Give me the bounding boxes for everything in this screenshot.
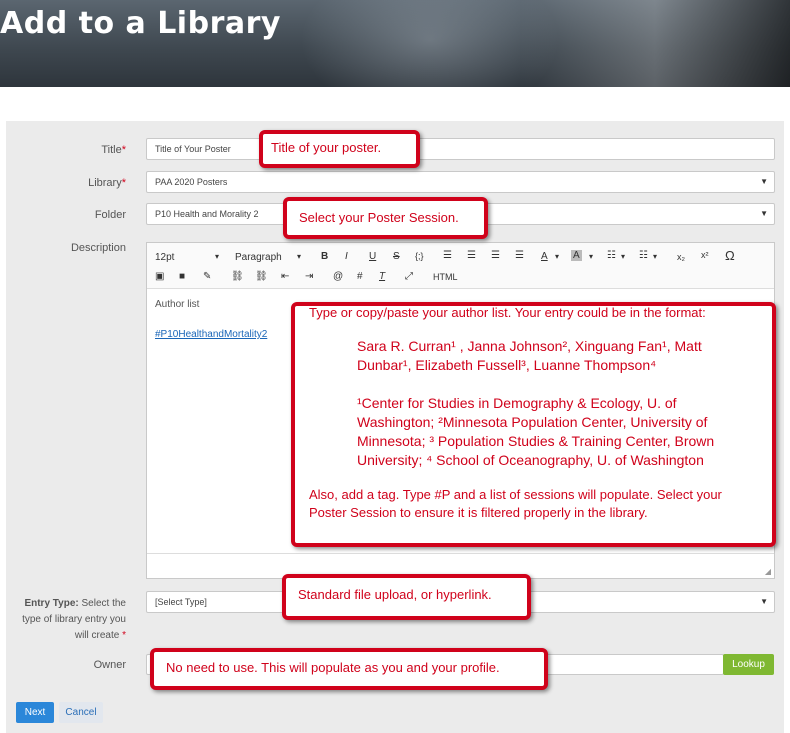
callout-author-line: Dunbar¹, Elizabeth Fussell³, Luanne Thom… [357, 357, 657, 373]
callout-affiliation-line: Washington; ²Minnesota Population Center… [357, 414, 708, 430]
strikethrough-icon[interactable]: S [393, 251, 400, 262]
title-label-text: Title [101, 144, 122, 156]
code-icon[interactable]: {;} [415, 251, 424, 261]
callout-owner: No need to use. This will populate as yo… [150, 648, 548, 690]
header-banner: Add to a Library [0, 0, 790, 87]
numbered-list-icon[interactable]: ☷ [639, 250, 648, 261]
chevron-down-icon: ▼ [760, 177, 768, 186]
font-color-icon[interactable]: A [541, 251, 548, 262]
callout-upload-text: Standard file upload, or hyperlink. [298, 587, 492, 602]
bold-icon[interactable]: B [321, 251, 328, 262]
callout-affiliation-line: ¹Center for Studies in Demography & Ecol… [357, 395, 677, 411]
callout-tag-line: Poster Session to ensure it is filtered … [309, 505, 648, 520]
callout-title-text: Title of your poster. [271, 140, 382, 155]
entry-type-label-bold: Entry Type: [24, 598, 79, 609]
editor-tag-link[interactable]: #P10HealthandMortality2 [155, 329, 267, 340]
resize-handle-icon[interactable]: ◢ [765, 567, 771, 576]
library-label: Library* [40, 177, 126, 189]
italic-icon[interactable]: I [345, 251, 348, 262]
subscript-icon[interactable]: x₂ [677, 252, 685, 262]
superscript-icon[interactable]: x² [701, 250, 709, 260]
at-icon[interactable]: @ [333, 271, 343, 282]
cancel-button[interactable]: Cancel [59, 702, 103, 723]
editor-body-text: Author list [155, 299, 200, 310]
folder-label: Folder [94, 209, 126, 221]
align-justify-icon[interactable]: ☰ [515, 250, 524, 261]
align-left-icon[interactable]: ☰ [443, 250, 452, 261]
description-label: Description [70, 242, 126, 254]
title-label: Title* [40, 144, 126, 156]
owner-label: Owner [93, 659, 126, 671]
chevron-down-icon: ▾ [215, 252, 220, 261]
lookup-button[interactable]: Lookup [723, 654, 774, 675]
callout-affiliation-line: Minnesota; ³ Population Studies & Traini… [357, 433, 715, 449]
callout-session-text: Select your Poster Session. [299, 210, 459, 225]
title-input[interactable]: Title of Your Poster [146, 138, 775, 160]
folder-select-value: P10 Health and Morality 2 [155, 209, 259, 219]
editor-statusbar-divider [147, 553, 774, 554]
callout-upload: Standard file upload, or hyperlink. [282, 574, 531, 620]
next-button[interactable]: Next [16, 702, 54, 723]
entry-type-label: Entry Type: Select the type of library e… [10, 596, 126, 644]
format-select[interactable]: Paragraph [235, 252, 282, 263]
fullscreen-icon[interactable]: ⤢ [405, 271, 413, 282]
indent-icon[interactable]: ⇥ [305, 271, 313, 282]
title-input-value: Title of Your Poster [155, 144, 231, 154]
page-title: Add to a Library [0, 6, 281, 41]
html-button[interactable]: HTML [433, 272, 458, 282]
callout-owner-text: No need to use. This will populate as yo… [166, 660, 500, 675]
chevron-down-icon: ▾ [589, 252, 594, 261]
callout-author-list: Type or copy/paste your author list. You… [291, 302, 776, 547]
chevron-down-icon: ▾ [621, 252, 626, 261]
link-icon[interactable]: ⛓ [231, 271, 244, 282]
video-icon[interactable]: ■ [179, 271, 185, 282]
chevron-down-icon: ▾ [555, 252, 560, 261]
callout-author-example: Sara R. Curran¹ , Janna Johnson², Xingua… [309, 337, 758, 470]
callout-session: Select your Poster Session. [283, 197, 488, 239]
bullet-list-icon[interactable]: ☷ [607, 250, 616, 261]
callout-affiliation-line: University; ⁴ School of Oceanography, U.… [357, 452, 704, 468]
entry-type-select-value: [Select Type] [155, 597, 207, 607]
image-icon[interactable]: ▣ [155, 271, 164, 282]
editor-toolbar: 12pt ▾ Paragraph ▾ B I U S {;} ☰ ☰ ☰ ☰ A… [147, 243, 774, 289]
callout-author-intro: Type or copy/paste your author list. You… [309, 305, 706, 320]
edit-icon[interactable]: ✎ [203, 271, 211, 282]
required-mark: * [121, 144, 126, 156]
font-size-select[interactable]: 12pt [155, 252, 174, 263]
chevron-down-icon: ▾ [297, 252, 302, 261]
callout-tag-line: Also, add a tag. Type #P and a list of s… [309, 487, 722, 502]
highlight-color-icon[interactable]: A [571, 250, 582, 261]
required-mark: * [122, 630, 126, 641]
callout-author-line: Sara R. Curran¹ , Janna Johnson², Xingua… [357, 338, 702, 354]
outdent-icon[interactable]: ⇤ [281, 271, 289, 282]
library-label-text: Library [88, 177, 122, 189]
hash-icon[interactable]: # [357, 271, 363, 282]
align-right-icon[interactable]: ☰ [491, 250, 500, 261]
special-character-icon[interactable]: Ω [725, 248, 735, 263]
chevron-down-icon: ▼ [760, 209, 768, 218]
callout-title: Title of your poster. [259, 130, 420, 168]
chevron-down-icon: ▼ [760, 597, 768, 606]
library-select[interactable]: PAA 2020 Posters ▼ [146, 171, 775, 193]
clear-format-icon[interactable]: T [379, 271, 385, 282]
unlink-icon[interactable]: ⛓ [255, 271, 268, 282]
chevron-down-icon: ▾ [653, 252, 658, 261]
underline-icon[interactable]: U [369, 251, 376, 262]
library-select-value: PAA 2020 Posters [155, 177, 228, 187]
align-center-icon[interactable]: ☰ [467, 250, 476, 261]
required-mark: * [121, 177, 126, 189]
